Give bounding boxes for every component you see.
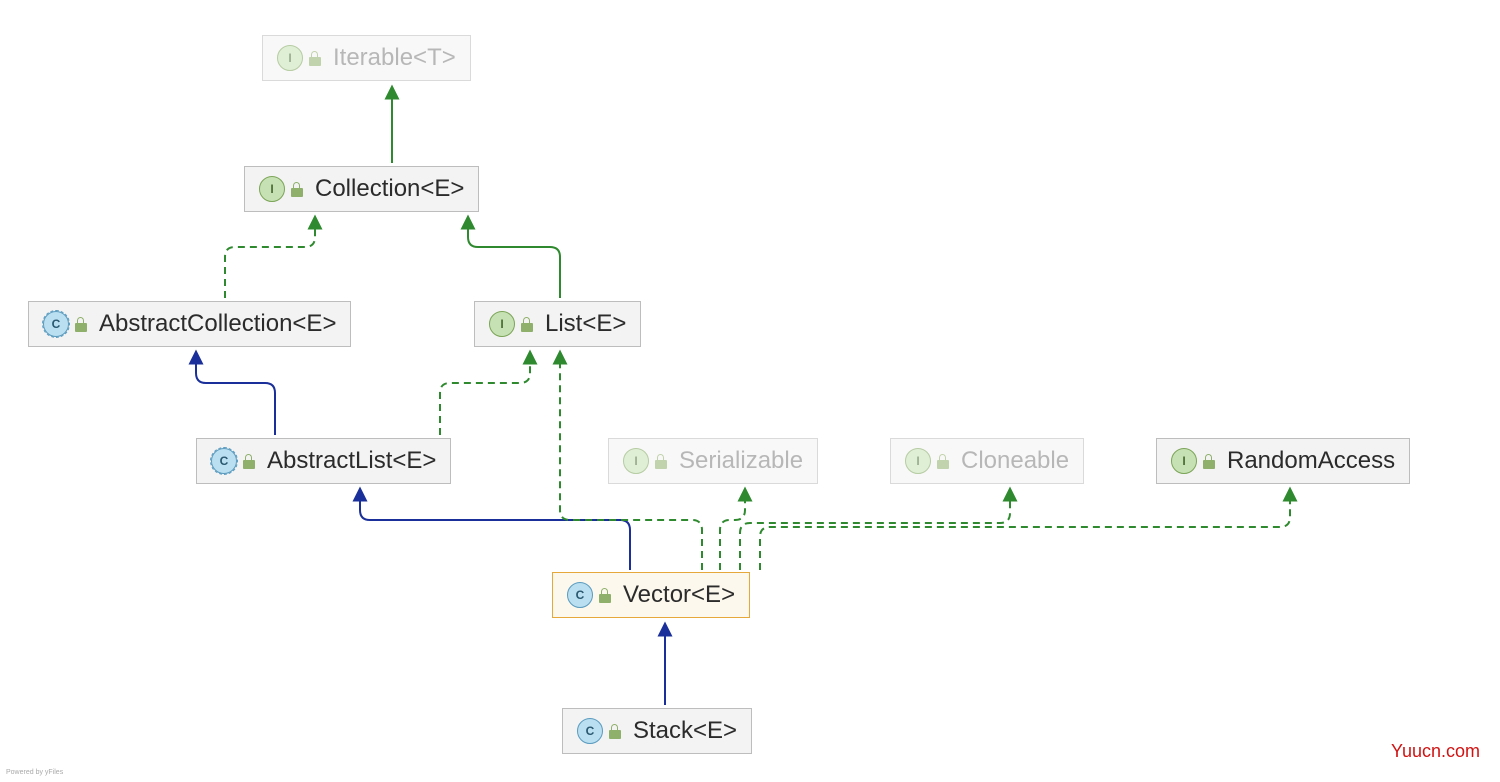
lock-icon [243, 454, 255, 469]
node-abstractlist[interactable]: C AbstractList<E> [196, 438, 451, 484]
watermark: Yuucn.com [1391, 741, 1480, 762]
interface-icon: I [277, 45, 303, 71]
lock-icon [655, 454, 667, 469]
interface-icon: I [259, 176, 285, 202]
class-icon: C [577, 718, 603, 744]
node-randomaccess[interactable]: I RandomAccess [1156, 438, 1410, 484]
lock-icon [521, 317, 533, 332]
node-iterable[interactable]: I Iterable<T> [262, 35, 471, 81]
edge-abscol-collection [225, 222, 315, 298]
node-label: Iterable<T> [333, 44, 456, 72]
node-label: Collection<E> [315, 175, 464, 203]
lock-icon [609, 724, 621, 739]
lock-icon [291, 182, 303, 197]
lock-icon [937, 454, 949, 469]
node-label: RandomAccess [1227, 447, 1395, 475]
interface-icon: I [489, 311, 515, 337]
class-icon: C [567, 582, 593, 608]
connector-layer [0, 0, 1500, 782]
node-label: AbstractCollection<E> [99, 310, 336, 338]
abstract-class-icon: C [211, 448, 237, 474]
abstract-class-icon: C [43, 311, 69, 337]
edge-list-collection [468, 222, 560, 298]
powered-by: Powered by yFiles [6, 769, 63, 776]
interface-icon: I [1171, 448, 1197, 474]
node-list[interactable]: I List<E> [474, 301, 641, 347]
node-stack[interactable]: C Stack<E> [562, 708, 752, 754]
node-collection[interactable]: I Collection<E> [244, 166, 479, 212]
lock-icon [75, 317, 87, 332]
edge-abslist-abscol [196, 357, 275, 435]
node-label: Stack<E> [633, 717, 737, 745]
node-label: Serializable [679, 447, 803, 475]
edge-vector-random [760, 494, 1290, 570]
node-abstractcollection[interactable]: C AbstractCollection<E> [28, 301, 351, 347]
node-serializable[interactable]: I Serializable [608, 438, 818, 484]
interface-icon: I [905, 448, 931, 474]
node-vector[interactable]: C Vector<E> [552, 572, 750, 618]
interface-icon: I [623, 448, 649, 474]
lock-icon [1203, 454, 1215, 469]
node-cloneable[interactable]: I Cloneable [890, 438, 1084, 484]
edge-vector-serial [720, 494, 745, 570]
lock-icon [309, 51, 321, 66]
node-label: AbstractList<E> [267, 447, 436, 475]
node-label: Vector<E> [623, 581, 735, 609]
lock-icon [599, 588, 611, 603]
node-label: Cloneable [961, 447, 1069, 475]
edge-abslist-list [440, 357, 530, 435]
edge-vector-clone [740, 494, 1010, 570]
node-label: List<E> [545, 310, 626, 338]
edge-vector-abslist [360, 494, 630, 570]
